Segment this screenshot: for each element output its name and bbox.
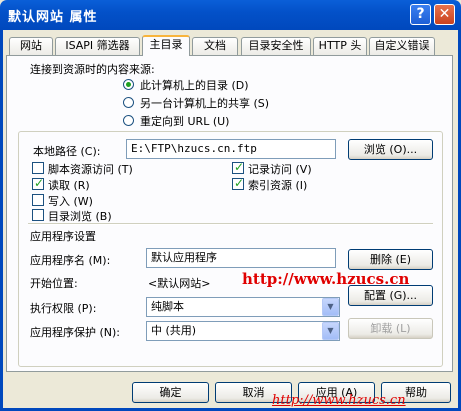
exec-permissions-label: 执行权限 (P):	[30, 302, 97, 315]
browse-button[interactable]: 浏览 (O)...	[348, 139, 433, 160]
close-button[interactable]: ✕	[434, 4, 455, 25]
exec-permissions-value: 纯脚本	[151, 300, 184, 313]
local-path-input[interactable]: E:\FTP\hzucs.cn.ftp	[126, 139, 336, 159]
tab-website[interactable]: 网站	[9, 37, 53, 55]
exec-permissions-select[interactable]: 纯脚本	[146, 297, 340, 317]
index-resource-label[interactable]: 索引资源 (I)	[248, 177, 307, 193]
local-path-label: 本地路径 (C):	[33, 145, 101, 158]
tab-custom-errors[interactable]: 自定义错误	[369, 37, 435, 55]
content-source-label: 连接到资源时的内容来源:	[30, 63, 155, 76]
script-source-access-checkbox[interactable]	[32, 162, 44, 174]
app-settings-heading: 应用程序设置	[30, 230, 96, 243]
app-protection-select[interactable]: 中 (共用)	[146, 321, 340, 341]
directory-browsing-label[interactable]: 目录浏览 (B)	[48, 208, 112, 224]
radio-local-directory[interactable]	[123, 79, 134, 90]
ok-button[interactable]: 确定	[132, 382, 209, 403]
log-visits-checkbox[interactable]	[232, 160, 244, 174]
start-point-label: 开始位置:	[30, 277, 78, 290]
app-protection-label: 应用程序保护 (N):	[30, 326, 121, 339]
app-name-label: 应用程序名 (M):	[30, 254, 111, 267]
start-point-value: <默认网站>	[148, 277, 211, 290]
help-title-button[interactable]: ?	[410, 4, 431, 25]
app-name-input[interactable]: 默认应用程序	[146, 248, 336, 268]
index-resource-checkbox[interactable]	[232, 176, 244, 190]
watermark-url-bottom: http://www.hzucs.cn	[272, 393, 406, 408]
separator	[28, 223, 433, 225]
chevron-down-icon[interactable]: ▼	[322, 298, 339, 316]
radio-network-share-label[interactable]: 另一台计算机上的共享 (S)	[140, 95, 269, 111]
radio-network-share[interactable]	[123, 97, 134, 108]
window-title: 默认网站 属性	[8, 10, 98, 25]
unload-button[interactable]: 卸载 (L)	[348, 318, 433, 339]
radio-redirect-url-label[interactable]: 重定向到 URL (U)	[140, 113, 229, 129]
tab-documents[interactable]: 文档	[192, 37, 238, 55]
tab-isapi-filters[interactable]: ISAPI 筛选器	[55, 37, 140, 55]
tab-home-directory[interactable]: 主目录	[142, 35, 190, 56]
tab-directory-security[interactable]: 目录安全性	[241, 37, 311, 55]
chevron-down-icon[interactable]: ▼	[322, 322, 339, 340]
tab-http-headers[interactable]: HTTP 头	[313, 37, 367, 55]
script-source-access-label[interactable]: 脚本资源访问 (T)	[48, 161, 133, 177]
directory-browsing-checkbox[interactable]	[32, 209, 44, 221]
log-visits-label[interactable]: 记录访问 (V)	[248, 161, 312, 177]
radio-redirect-url[interactable]	[123, 115, 134, 126]
write-checkbox[interactable]	[32, 194, 44, 206]
read-label[interactable]: 读取 (R)	[48, 177, 90, 193]
config-button[interactable]: 配置 (G)...	[348, 285, 433, 306]
read-checkbox[interactable]	[32, 176, 44, 190]
remove-button[interactable]: 删除 (E)	[348, 249, 433, 270]
app-protection-value: 中 (共用)	[151, 324, 197, 337]
radio-local-directory-label[interactable]: 此计算机上的目录 (D)	[140, 77, 249, 93]
write-label[interactable]: 写入 (W)	[48, 193, 93, 209]
